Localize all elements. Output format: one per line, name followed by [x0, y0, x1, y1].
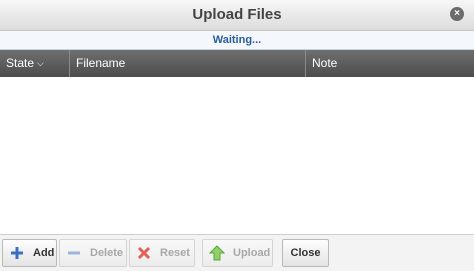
close-icon[interactable]: × [450, 7, 464, 21]
delete-button[interactable]: Delete [59, 239, 127, 267]
column-header-note-label: Note [312, 56, 338, 70]
upload-button-label: Upload [233, 247, 271, 259]
add-button-label: Add [33, 247, 55, 259]
reset-button-label: Reset [160, 247, 190, 259]
status-bar: Waiting... [0, 31, 474, 50]
delete-button-label: Delete [90, 247, 124, 259]
up-arrow-icon [208, 245, 226, 261]
column-header-filename[interactable]: Filename [70, 50, 306, 77]
plus-icon [9, 245, 25, 261]
column-header-state[interactable]: State ⌵ [0, 50, 70, 77]
add-button[interactable]: Add [2, 239, 57, 267]
file-grid-body[interactable] [0, 77, 474, 234]
upload-button[interactable]: Upload [202, 239, 273, 267]
minus-icon [66, 245, 82, 261]
dialog-title: Upload Files [192, 6, 282, 23]
chevron-down-icon: ⌵ [37, 58, 44, 68]
status-text: Waiting... [212, 34, 262, 46]
file-grid-header: State ⌵ Filename Note [0, 50, 474, 77]
dialog-titlebar[interactable]: Upload Files × [0, 0, 474, 31]
column-header-state-label: State [6, 56, 35, 70]
column-header-filename-label: Filename [76, 56, 126, 70]
reset-button[interactable]: Reset [129, 239, 195, 267]
dialog-toolbar: Add Delete Reset Upload Close [0, 234, 474, 271]
close-button[interactable]: Close [282, 239, 329, 267]
x-icon [136, 245, 152, 261]
upload-files-dialog: Upload Files × Waiting... State ⌵ Filenam… [0, 0, 474, 271]
column-header-note[interactable]: Note [306, 50, 474, 77]
close-button-label: Close [290, 247, 321, 259]
